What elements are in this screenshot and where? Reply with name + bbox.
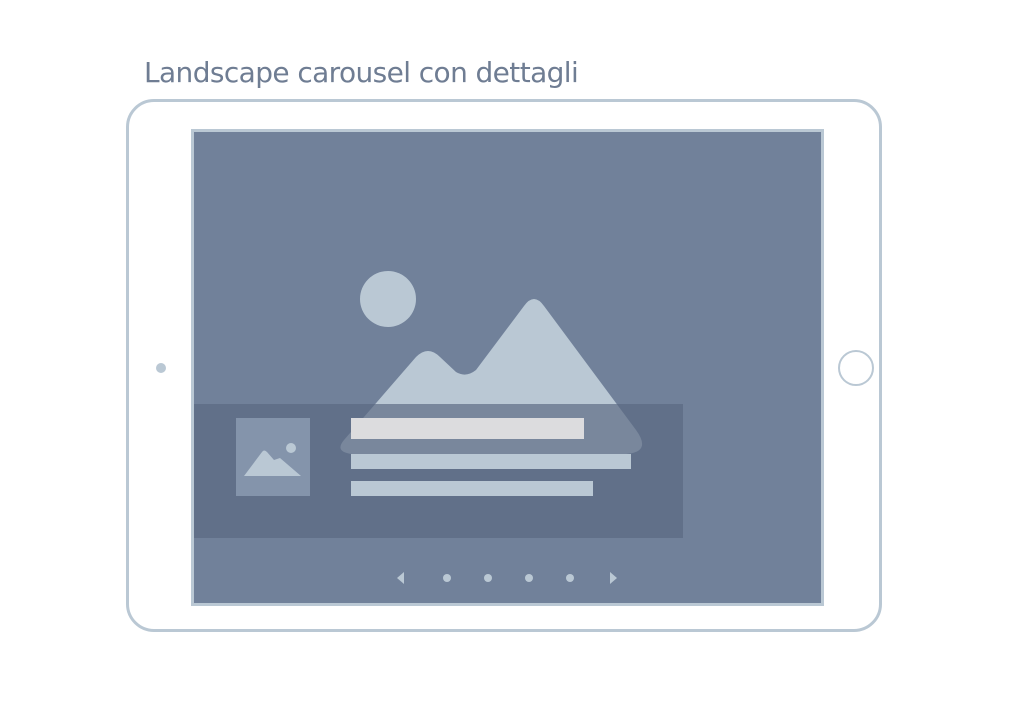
detail-text-line-placeholder: [351, 481, 593, 496]
sun-shape: [360, 271, 416, 327]
detail-title-placeholder: [351, 418, 584, 439]
image-thumbnail-icon: [244, 443, 301, 476]
carousel-detail-card[interactable]: [194, 404, 683, 538]
page-title: Landscape carousel con dettagli: [144, 56, 579, 89]
pagination-dot[interactable]: [442, 569, 452, 587]
pagination-dot[interactable]: [524, 569, 534, 587]
pagination-dot[interactable]: [483, 569, 493, 587]
chevron-left-icon[interactable]: [394, 569, 408, 587]
pagination-dot[interactable]: [565, 569, 575, 587]
detail-text-line-placeholder: [351, 454, 631, 469]
carousel-pagination: [394, 569, 624, 587]
thumbnail-image: [236, 418, 310, 496]
home-button[interactable]: [838, 350, 874, 386]
chevron-right-icon[interactable]: [606, 569, 620, 587]
camera-dot: [156, 363, 166, 373]
tablet-screen: [191, 129, 824, 606]
